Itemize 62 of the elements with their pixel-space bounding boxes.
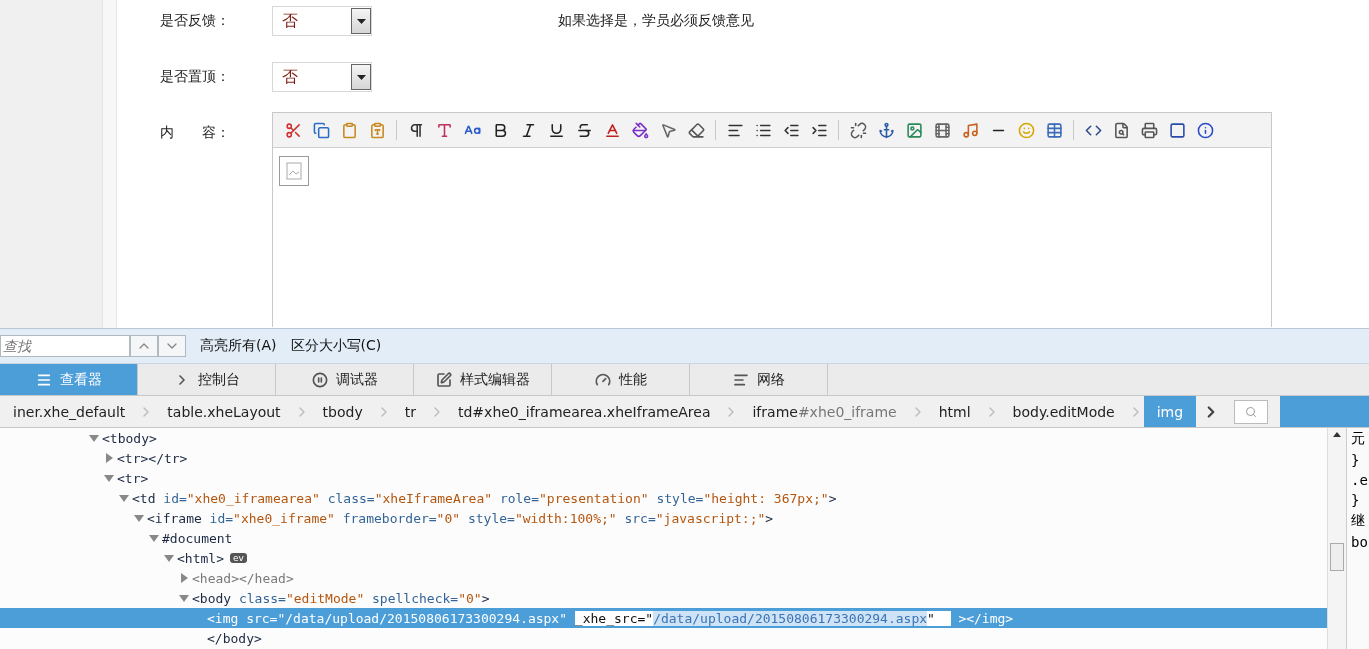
tree-row[interactable]: <tr> bbox=[0, 468, 1327, 488]
breadcrumb[interactable]: iframe#xhe0_iframe bbox=[739, 396, 910, 427]
rule-text: 继 bbox=[1350, 511, 1366, 530]
tree-row[interactable]: </body> bbox=[0, 628, 1327, 648]
code-line: <iframe id="xhe0_iframe" frameborder="0" style="width:100%;" src="javascript:;"> bbox=[147, 510, 774, 526]
field-label: 是否置顶： bbox=[160, 67, 231, 86]
tree-row[interactable]: <head></head> bbox=[0, 568, 1327, 588]
tree-row[interactable]: <body class="editMode" spellcheck="0"> bbox=[0, 588, 1327, 608]
tree-row[interactable]: <html> ev bbox=[0, 548, 1327, 568]
scrollbar-thumb[interactable] bbox=[1330, 543, 1344, 571]
dropdown[interactable]: 否 bbox=[272, 62, 372, 92]
breadcrumb[interactable]: body.editMode bbox=[999, 396, 1128, 427]
expanded-triangle-icon[interactable] bbox=[178, 592, 190, 604]
rule-text: 元 bbox=[1350, 429, 1366, 448]
code-line: <body class="editMode" spellcheck="0"> bbox=[192, 590, 490, 606]
broken-image-icon bbox=[279, 156, 309, 186]
rule-text: } bbox=[1350, 491, 1361, 510]
search-field[interactable]: 查找 bbox=[0, 335, 130, 357]
expanded-triangle-icon[interactable] bbox=[103, 472, 115, 484]
tree-row[interactable]: <iframe id="xhe0_iframe" frameborder="0" style="width:100%;" src="javascript:;"> bbox=[0, 508, 1327, 528]
field-label: 内 容： bbox=[160, 123, 231, 142]
tree-row[interactable]: <td id="xhe0_iframearea" class="xheIframeArea" role="presentation" style="height: 367px;"> bbox=[0, 488, 1327, 508]
rule-text: } bbox=[1350, 451, 1361, 470]
expanded-triangle-icon[interactable] bbox=[118, 492, 130, 504]
code-line: </body> bbox=[207, 630, 262, 646]
code-line: <tbody> bbox=[102, 430, 157, 446]
code-line: <head></head> bbox=[192, 570, 294, 586]
gauge-icon bbox=[594, 371, 611, 388]
tree-row[interactable]: #document bbox=[0, 528, 1327, 548]
field-label: 是否反馈： bbox=[160, 11, 231, 30]
dropdown[interactable]: 否 bbox=[272, 6, 372, 36]
rule-text: bo bbox=[1350, 533, 1369, 552]
code-line: <td id="xhe0_iframearea" class="xheIframeArea" role="presentation" style="height: 367px;"> bbox=[132, 490, 837, 506]
collapsed-triangle-icon[interactable] bbox=[103, 452, 115, 464]
event-badge[interactable]: ev bbox=[229, 553, 247, 563]
collapsed-triangle-icon[interactable] bbox=[178, 572, 190, 584]
hint-text: 如果选择是，学员必须反馈意见 bbox=[558, 11, 754, 30]
find-option[interactable]: 区分大小写(C) bbox=[290, 337, 382, 355]
expanded-triangle-icon[interactable] bbox=[163, 552, 175, 564]
tree-row[interactable]: <img src="/data/upload/20150806173300294.aspx" _xhe_src="/data/upload/20150806173300294.aspx" ></img> bbox=[0, 608, 1327, 628]
code-line: <tr> bbox=[117, 470, 149, 486]
breadcrumb[interactable]: tbody bbox=[309, 396, 376, 427]
breadcrumb[interactable]: table.xheLayout bbox=[154, 396, 294, 427]
code-line: <tr></tr> bbox=[117, 450, 188, 466]
breadcrumb[interactable]: html bbox=[925, 396, 984, 427]
pause-icon bbox=[311, 371, 328, 388]
find-option[interactable]: 高亮所有(A) bbox=[200, 337, 277, 355]
code-line: <img src="/data/upload/20150806173300294.aspx" _xhe_src="/data/upload/20150806173300294.aspx" ></img> bbox=[207, 610, 1014, 626]
tree-row[interactable]: <tbody> bbox=[0, 428, 1327, 448]
expanded-triangle-icon[interactable] bbox=[88, 432, 100, 444]
breadcrumb[interactable]: td#xhe0_iframearea.xheIframeArea bbox=[445, 396, 724, 427]
code-line: #document bbox=[162, 530, 233, 546]
breadcrumb[interactable]: iner.xhe_default bbox=[0, 396, 139, 427]
scrollbar[interactable] bbox=[1327, 428, 1346, 649]
scroll-up-icon[interactable] bbox=[1333, 432, 1341, 437]
code-line: <html> bbox=[177, 550, 224, 566]
breadcrumb[interactable]: tr bbox=[391, 396, 429, 427]
expanded-triangle-icon[interactable] bbox=[148, 532, 160, 544]
edit-icon bbox=[435, 371, 452, 388]
tree-row[interactable]: <tr></tr> bbox=[0, 448, 1327, 468]
rule-text: .e bbox=[1350, 471, 1369, 490]
expanded-triangle-icon[interactable] bbox=[133, 512, 145, 524]
